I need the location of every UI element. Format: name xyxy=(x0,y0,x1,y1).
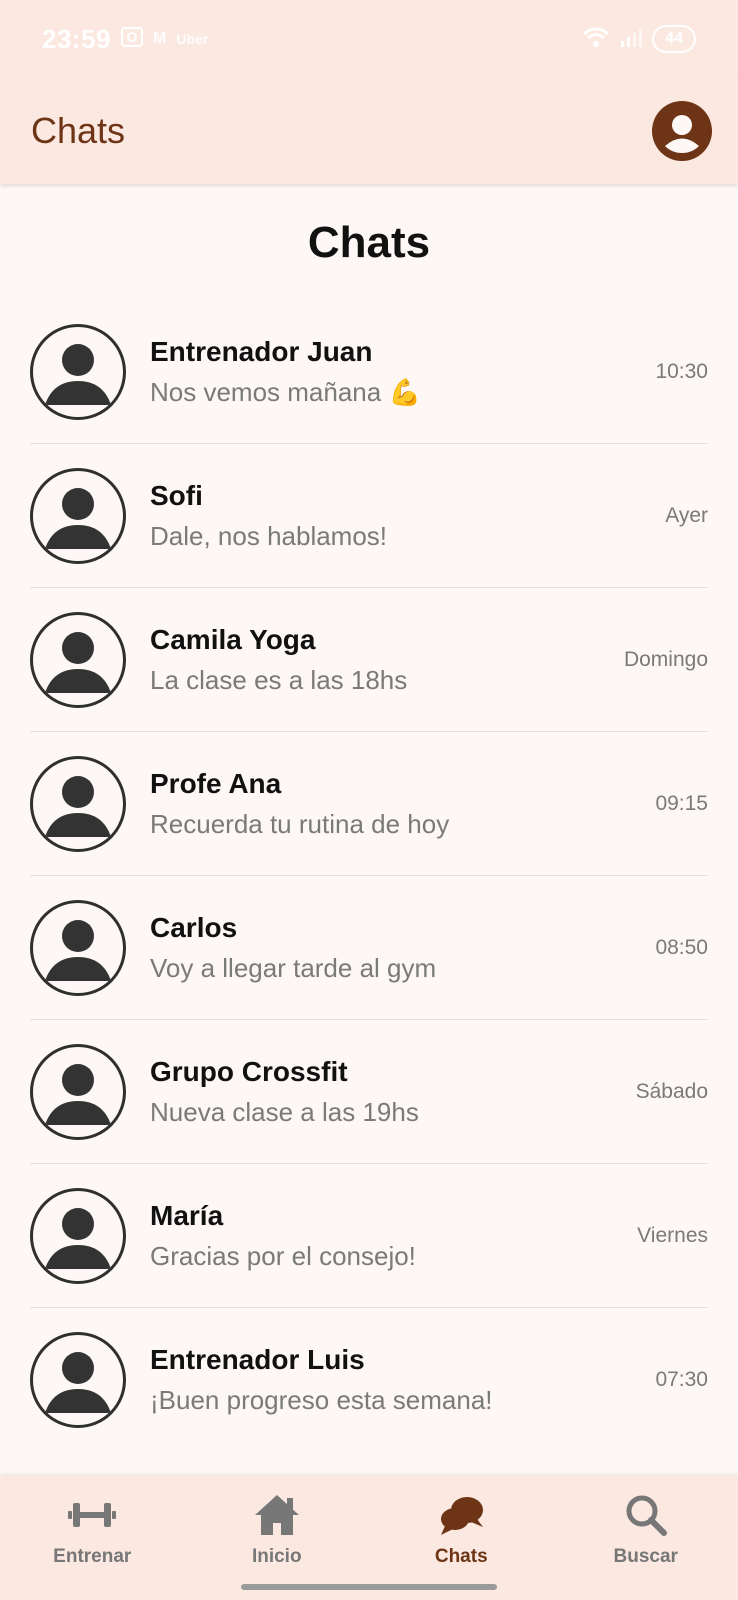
chat-list-item[interactable]: María Gracias por el consejo! Viernes xyxy=(30,1164,708,1308)
page-title: Chats xyxy=(307,218,431,267)
chat-timestamp: Domingo xyxy=(623,647,708,671)
nav-item-chats[interactable]: Chats xyxy=(369,1476,554,1600)
chat-timestamp: Ayer xyxy=(665,503,708,527)
chat-last-message: Nueva clase a las 19hs xyxy=(150,1096,419,1127)
nav-item-buscar[interactable]: Buscar xyxy=(554,1476,738,1600)
chat-list-item[interactable]: Sofi Dale, nos hablamos! Ayer xyxy=(30,444,708,588)
nav-label: Inicio xyxy=(251,1546,302,1567)
dumbbell-icon xyxy=(66,1492,118,1538)
gallery-icon xyxy=(121,26,143,52)
contact-avatar-icon xyxy=(30,755,126,852)
chat-last-message: Recuerda tu rutina de hoy xyxy=(150,808,450,839)
contact-avatar-icon xyxy=(30,611,126,708)
chat-timestamp: 10:30 xyxy=(655,359,708,383)
gmail-icon: M xyxy=(153,30,167,47)
nav-label: Entrenar xyxy=(53,1546,132,1567)
nav-label: Buscar xyxy=(613,1546,678,1567)
status-bar: 23:59 M Uber 44 xyxy=(0,0,738,78)
chat-timestamp: 07:30 xyxy=(655,1368,708,1391)
app-bar-title: Chats xyxy=(31,110,126,151)
chat-name: Entrenador Juan xyxy=(150,335,373,367)
chat-timestamp: Sábado xyxy=(635,1079,708,1103)
contact-avatar-icon xyxy=(30,1043,126,1140)
contact-avatar-icon xyxy=(30,1187,126,1284)
chat-list: Entrenador Juan Nos vemos mañana 💪 10:30… xyxy=(30,300,708,1452)
status-time: 23:59 xyxy=(42,23,111,54)
battery-indicator: 44 xyxy=(652,25,696,53)
user-icon xyxy=(655,104,709,158)
chat-list-item[interactable]: Camila Yoga La clase es a las 18hs Domin… xyxy=(30,588,708,732)
chat-list-item[interactable]: Entrenador Juan Nos vemos mañana 💪 10:30 xyxy=(30,300,708,444)
chat-name: Entrenador Luis xyxy=(150,1344,365,1375)
signal-icon xyxy=(620,27,642,52)
nav-item-entrenar[interactable]: Entrenar xyxy=(0,1476,185,1600)
contact-avatar-icon xyxy=(30,467,126,564)
bottom-navigation: Entrenar Inicio Chats Buscar xyxy=(0,1476,738,1600)
chat-list-item[interactable]: Grupo Crossfit Nueva clase a las 19hs Sá… xyxy=(30,1020,708,1164)
chat-last-message: Nos vemos mañana 💪 xyxy=(150,376,421,407)
contact-avatar-icon xyxy=(30,1332,126,1428)
contact-avatar-icon xyxy=(30,323,126,420)
status-left: 23:59 M Uber xyxy=(42,24,208,55)
chat-name: Sofi xyxy=(150,479,203,511)
uber-icon: Uber xyxy=(176,31,209,47)
chat-name: Profe Ana xyxy=(150,767,282,799)
chat-list-item[interactable]: Profe Ana Recuerda tu rutina de hoy 09:1… xyxy=(30,732,708,876)
chat-timestamp: Viernes xyxy=(637,1223,708,1247)
nav-item-inicio[interactable]: Inicio xyxy=(185,1476,370,1600)
nav-label: Chats xyxy=(434,1546,488,1567)
contact-avatar-icon xyxy=(30,899,126,996)
app-bar: Chats xyxy=(0,78,738,184)
search-icon xyxy=(620,1492,672,1538)
chat-name: Grupo Crossfit xyxy=(150,1055,348,1087)
status-right: 44 xyxy=(582,25,696,53)
chat-list-item[interactable]: Carlos Voy a llegar tarde al gym 08:50 xyxy=(30,876,708,1020)
chat-name: María xyxy=(150,1199,224,1231)
home-icon xyxy=(251,1492,303,1538)
home-indicator[interactable] xyxy=(241,1584,497,1590)
chat-list-item[interactable]: Entrenador Luis ¡Buen progreso esta sema… xyxy=(30,1308,708,1452)
wifi-icon xyxy=(582,26,610,53)
chat-last-message: Voy a llegar tarde al gym xyxy=(150,952,437,983)
chat-bubbles-icon xyxy=(435,1492,487,1538)
chat-last-message: Gracias por el consejo! xyxy=(150,1240,416,1271)
chat-timestamp: 09:15 xyxy=(655,791,708,815)
chat-last-message: ¡Buen progreso esta semana! xyxy=(150,1385,493,1415)
chat-name: Carlos xyxy=(150,911,238,943)
chat-timestamp: 08:50 xyxy=(655,935,708,959)
profile-button[interactable] xyxy=(652,101,712,161)
chat-last-message: Dale, nos hablamos! xyxy=(150,520,388,551)
